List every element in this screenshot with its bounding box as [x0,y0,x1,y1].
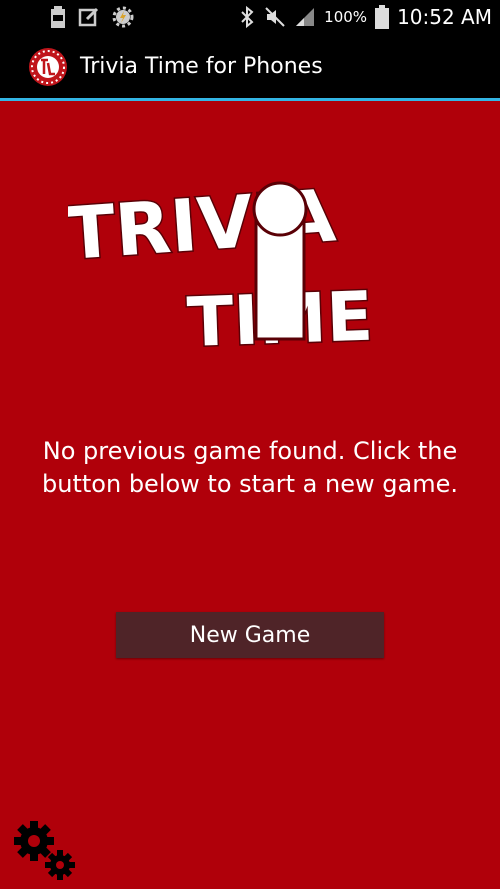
bluetooth-icon [241,5,254,29]
settings-icon [112,6,134,28]
clock: 10:52 AM [397,5,492,29]
battery-100-icon [51,6,65,28]
status-bar: 100% 10:52 AM [0,0,500,34]
new-game-button[interactable]: New Game [116,612,384,658]
trivia-time-logo: TRIVIA TIME [68,181,376,361]
main-content: TRIVIA TIME No previous game found. Clic… [0,101,500,889]
status-system: 100% 10:52 AM [238,4,492,30]
status-notifications [50,6,134,28]
mute-icon [265,7,285,27]
signal-icon [296,8,315,26]
trivia-time-app-icon[interactable] [28,47,68,87]
battery-percent: 100% [324,8,368,26]
edit-note-icon [78,7,99,27]
no-game-message: No previous game found. Click the button… [42,437,458,498]
app-title: Trivia Time for Phones [80,54,323,79]
action-bar: Trivia Time for Phones [0,34,500,98]
gears-icon[interactable] [10,817,80,885]
battery-icon [375,5,390,29]
